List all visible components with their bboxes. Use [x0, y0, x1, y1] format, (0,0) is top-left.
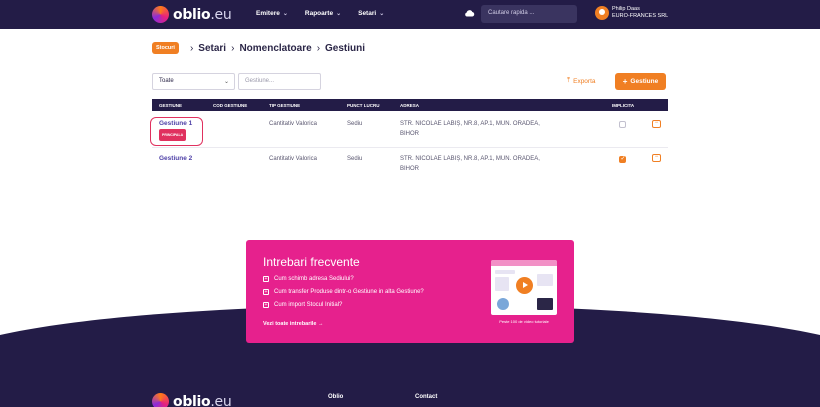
col-cod[interactable]: COD GESTIUNE: [213, 103, 247, 108]
logo-mark-icon: [152, 6, 169, 23]
top-navbar: oblio.eu Emitere ⌄ Rapoarte ⌄ Setari ⌄ Caut…: [0, 0, 820, 29]
implicita-checkbox[interactable]: [619, 121, 626, 128]
faq-item[interactable]: + Cum transfer Produse dintr-o Gestiune i…: [263, 288, 424, 295]
row-action-icon[interactable]: −: [652, 120, 661, 128]
user-name: Philip Daas: [612, 6, 640, 12]
footer-logo[interactable]: oblio.eu: [152, 393, 232, 407]
plus-icon: +: [622, 77, 628, 86]
logo-text: oblio.eu: [173, 6, 232, 23]
user-info[interactable]: Philip Daas EURO-FRANCES SRL: [612, 6, 668, 20]
tip-gestiune: Cantitativ Valorica: [269, 121, 317, 127]
plus-box-icon: +: [263, 275, 269, 282]
row-action-icon[interactable]: −: [652, 154, 661, 162]
gestiune-name-link[interactable]: Gestiune 2: [159, 154, 192, 164]
menu-rapoarte[interactable]: Rapoarte ⌄: [305, 10, 341, 17]
plus-box-icon: +: [263, 301, 269, 308]
faq-title: Intrebari frecvente: [263, 255, 360, 269]
see-all-questions-link[interactable]: Vezi toate intrebarile →: [263, 321, 324, 327]
adresa: STR. NICOLAE LABIȘ, NR.8, AP.1, MUN. ORA…: [400, 156, 540, 172]
row-highlight-outline: [150, 117, 203, 146]
col-adresa[interactable]: ADRESA: [400, 103, 419, 108]
main-menu: Emitere ⌄ Rapoarte ⌄ Setari ⌄: [256, 10, 401, 17]
implicita-checkbox[interactable]: [619, 155, 626, 163]
punct-lucru: Sediu: [347, 156, 363, 162]
export-button[interactable]: ⤒ Exporta: [567, 77, 596, 85]
punct-lucru: Sediu: [347, 121, 363, 127]
gestiune-search-input[interactable]: Gestiune...: [238, 73, 321, 90]
logo-mark-icon: [152, 393, 169, 407]
user-company: EURO-FRANCES SRL: [612, 13, 669, 19]
col-gestiune[interactable]: GESTIUNE: [159, 103, 182, 108]
faq-card: Intrebari frecvente + Cum schimb adresa S…: [246, 240, 574, 343]
logo-text: oblio.eu: [173, 393, 232, 407]
table-row: Gestiune 2 Cantitativ Valorica Sediu STR…: [152, 148, 668, 182]
col-implicita[interactable]: IMPLICITA: [612, 103, 634, 108]
filter-select[interactable]: Toate ⌄: [152, 73, 235, 90]
menu-emitere[interactable]: Emitere ⌄: [256, 10, 288, 17]
chevron-down-icon: ⌄: [223, 79, 229, 85]
col-punct-lucru[interactable]: PUNCT LUCRU: [347, 103, 380, 108]
breadcrumb-separator: ›: [316, 42, 321, 54]
menu-setari[interactable]: Setari ⌄: [358, 10, 384, 17]
chevron-down-icon: ⌄: [282, 11, 288, 17]
faq-list: + Cum schimb adresa Sediului? + Cum transf…: [263, 275, 424, 314]
breadcrumb-nomenclatoare[interactable]: Nomenclatoare: [239, 43, 311, 54]
col-tip[interactable]: TIP GESTIUNE: [269, 103, 300, 108]
breadcrumb-setari[interactable]: Setari: [198, 43, 226, 54]
table-row: Gestiune 1 PRINCIPALA Cantitativ Valoric…: [152, 112, 668, 148]
logo[interactable]: oblio.eu: [152, 6, 232, 23]
breadcrumb-separator: ›: [189, 42, 194, 54]
stocuri-tag[interactable]: Stocuri: [152, 42, 179, 54]
user-avatar-icon[interactable]: [595, 6, 609, 20]
video-tutorial-thumbnail[interactable]: [491, 260, 557, 315]
add-gestiune-button[interactable]: + Gestiune: [615, 73, 666, 90]
faq-item[interactable]: + Cum import Stocul Initial?: [263, 301, 424, 308]
plus-box-icon: +: [263, 288, 269, 295]
chevron-down-icon: ⌄: [336, 11, 342, 17]
video-caption: Peste 100 de video tutoriale: [499, 319, 549, 324]
chevron-down-icon: ⌄: [379, 11, 385, 17]
footer-col-contact: Contact: [415, 394, 438, 400]
adresa: STR. NICOLAE LABIȘ, NR.8, AP.1, MUN. ORA…: [400, 121, 540, 137]
breadcrumb-separator: ›: [231, 42, 235, 54]
export-icon: ⤒: [567, 77, 571, 84]
faq-item[interactable]: + Cum schimb adresa Sediului?: [263, 275, 424, 282]
tip-gestiune: Cantitativ Valorica: [269, 156, 317, 162]
page-title: Gestiuni: [325, 42, 366, 54]
quick-search-input[interactable]: Cautare rapida ...: [481, 5, 577, 23]
breadcrumb: Stocuri › Setari › Nomenclatoare › Gesti…: [152, 42, 365, 54]
play-icon[interactable]: [516, 277, 533, 294]
cloud-icon[interactable]: [464, 9, 475, 17]
footer-col-oblio: Oblio: [328, 394, 344, 400]
table-header: GESTIUNE COD GESTIUNE TIP GESTIUNE PUNCT…: [152, 99, 668, 111]
